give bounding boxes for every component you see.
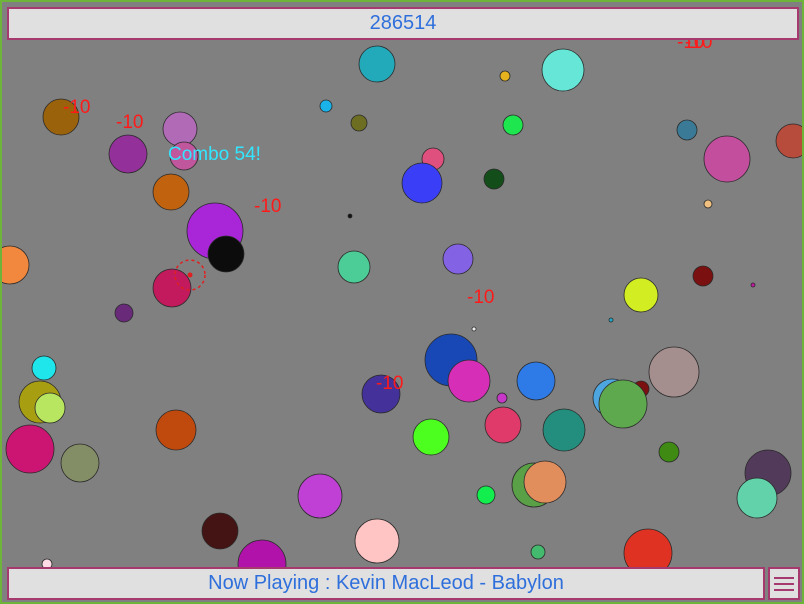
combo-text: Combo 54! [168, 144, 261, 165]
bubble[interactable] [108, 134, 148, 174]
bubble[interactable] [598, 379, 648, 429]
now-playing-label: Now Playing : Kevin MacLeod - Babylon [7, 567, 765, 600]
bubble[interactable] [358, 45, 396, 83]
bubble[interactable] [623, 277, 659, 313]
bubble[interactable] [442, 243, 474, 275]
bubble[interactable] [658, 441, 680, 463]
bubble[interactable] [5, 424, 55, 474]
bubble[interactable] [350, 114, 368, 132]
penalty-popup: -10 [63, 97, 91, 118]
bubble[interactable] [736, 477, 778, 519]
bubble[interactable] [412, 418, 450, 456]
bubble[interactable] [114, 303, 134, 323]
bubble[interactable] [542, 408, 586, 452]
bubble[interactable] [34, 392, 66, 424]
penalty-popup: -10 [254, 196, 282, 217]
bubble[interactable] [60, 443, 100, 483]
bubble[interactable] [496, 392, 508, 404]
bubble[interactable] [2, 245, 30, 285]
bubble[interactable] [516, 361, 556, 401]
bubble[interactable] [484, 406, 522, 444]
bubble[interactable] [337, 250, 371, 284]
bubble[interactable] [401, 162, 443, 204]
bubble[interactable] [471, 326, 477, 332]
game-canvas[interactable]: -10 -10 -10 -10 -10 -10 -10 Combo 54! 28… [0, 0, 804, 604]
bubble[interactable] [347, 213, 353, 219]
bubble[interactable] [703, 135, 751, 183]
bubble[interactable] [676, 119, 698, 141]
bubble[interactable] [523, 460, 567, 504]
bubble[interactable] [483, 168, 505, 190]
bubble[interactable] [530, 544, 546, 560]
bubble[interactable] [297, 473, 343, 519]
bubble[interactable] [155, 409, 197, 451]
bubble[interactable] [648, 346, 700, 398]
bubble[interactable] [703, 199, 713, 209]
hamburger-menu-icon[interactable] [768, 567, 800, 600]
bubble[interactable] [499, 70, 511, 82]
bubble[interactable] [162, 111, 198, 147]
bubble[interactable] [447, 359, 491, 403]
bubble[interactable] [502, 114, 524, 136]
bubble[interactable] [201, 512, 239, 550]
bubble[interactable] [608, 317, 614, 323]
bubble[interactable] [354, 518, 400, 564]
bubble[interactable] [319, 99, 333, 113]
bubble-field[interactable] [2, 2, 804, 604]
penalty-popup: -10 [376, 373, 404, 394]
score-display: 286514 [7, 7, 799, 40]
bubble[interactable] [476, 485, 496, 505]
bubble[interactable] [750, 282, 756, 288]
bubble[interactable] [31, 355, 57, 381]
bubble[interactable] [692, 265, 714, 287]
penalty-popup: -10 [467, 287, 495, 308]
penalty-popup: -10 [116, 112, 144, 133]
bubble[interactable] [152, 268, 192, 308]
bubble[interactable] [541, 48, 585, 92]
bubble[interactable] [152, 173, 190, 211]
bubble[interactable] [775, 123, 804, 159]
bubble[interactable] [207, 235, 245, 273]
